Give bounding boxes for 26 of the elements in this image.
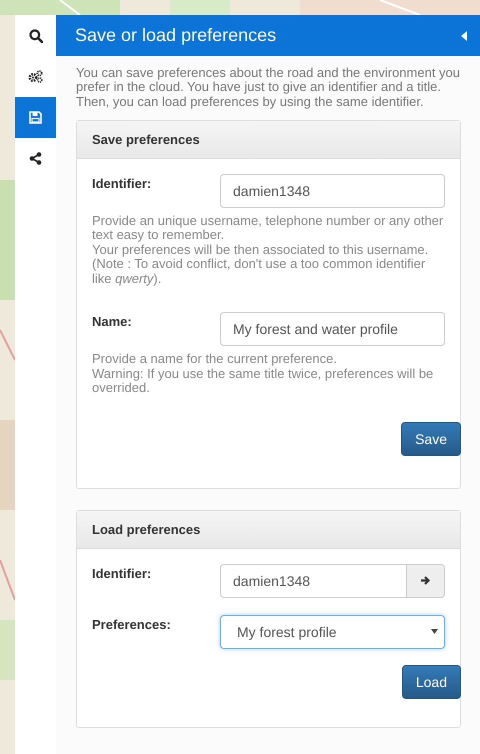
save-button[interactable]: Save [401,422,461,456]
load-button[interactable]: Load [402,664,461,699]
help-text: Provide an unique username, telephone number or any other text easy to remember. [92,214,444,243]
field-label: Identifier: [92,564,152,581]
gears-icon [28,70,43,83]
share-icon [29,152,42,165]
collapse-button[interactable] [461,30,467,40]
search-icon [28,28,42,42]
dropdown-caret-icon [431,629,438,634]
card-title: Save preferences [92,132,200,147]
go-button[interactable] [407,564,445,598]
input-field[interactable]: damien1348 [220,564,407,598]
intro-text: You can save preferences about the road and the environment you prefer in the cloud. You have just to give an identifier and a title. Then, you can load preferences by using the same identifier. [76,66,461,109]
field-label: Preferences: [92,616,172,632]
help-text: Warning: If you use the same title twice, preferences will be overrided. [92,366,434,396]
help-text: Provide a name for the current preference. [92,352,338,367]
arrow-right-icon [420,575,431,586]
field-label: Name: [92,313,133,330]
help-text: Your preferences will be then associated to this username. (Note : To avoid conflict, don't use a too common identifier like qwerty). [92,242,430,286]
caret-icon [461,30,467,40]
input-field[interactable]: My forest and water profile [220,312,445,346]
input-field[interactable]: damien1348 [220,174,445,208]
field-label: Identifier: [92,174,152,191]
card-title: Load preferences [92,522,200,537]
preferences-dropdown[interactable]: My forest profile [220,614,445,649]
panel-title: Save or load preferences [75,25,276,46]
